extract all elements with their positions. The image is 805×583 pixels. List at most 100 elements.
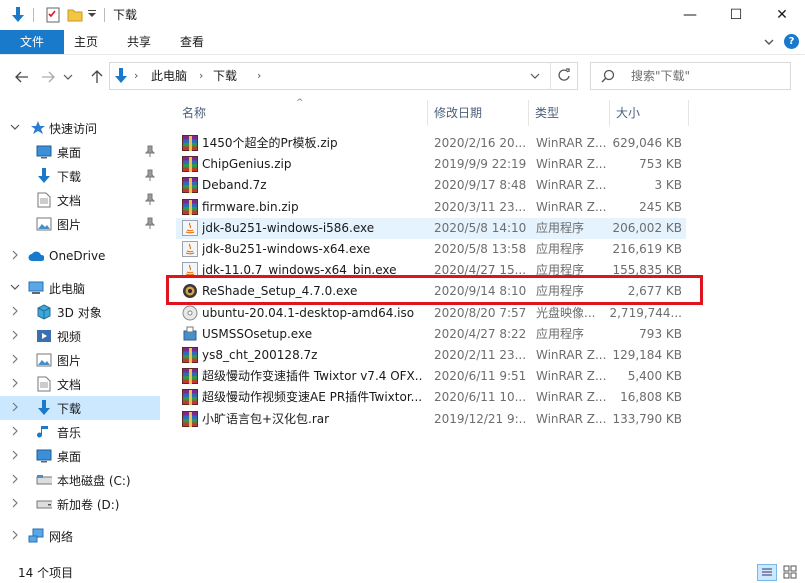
close-button[interactable]: ✕ (759, 0, 805, 30)
chevron-down-icon[interactable] (10, 122, 20, 135)
nav-item[interactable]: 3D 对象 (0, 300, 160, 324)
file-row[interactable]: Deband.7z 2020/9/17 8:48 WinRAR Z... 3 KB (176, 175, 686, 196)
file-size: 129,184 KB (612, 348, 682, 362)
chevron-right-icon[interactable] (10, 378, 20, 391)
nav-item[interactable]: 桌面 (0, 140, 160, 164)
nav-item[interactable]: 新加卷 (D:) (0, 492, 160, 516)
breadcrumb-this-pc[interactable]: 此电脑 (151, 63, 187, 89)
nav-item[interactable]: 下载 (0, 164, 160, 188)
file-name: 超级慢动作变速插件 Twixtor v7.4 OFX... (202, 369, 422, 384)
search-icon (601, 69, 615, 86)
chevron-right-icon[interactable] (10, 250, 20, 263)
large-icons-view-icon[interactable] (781, 564, 801, 581)
chevron-right-icon[interactable] (10, 474, 20, 487)
nav-item[interactable]: 本地磁盘 (C:) (0, 468, 160, 492)
file-row[interactable]: 小旷语言包+汉化包.rar 2019/12/21 9:... WinRAR Z...… (176, 409, 686, 430)
chevron-right-icon[interactable] (10, 426, 20, 439)
network-icon (28, 528, 44, 544)
chevron-right-icon[interactable] (10, 402, 20, 415)
breadcrumb-downloads[interactable]: 下载 (213, 63, 237, 89)
chevron-down-icon[interactable] (10, 282, 20, 295)
file-name: 1450个超全的Pr模板.zip (202, 136, 338, 150)
nav-item[interactable]: 此电脑 (0, 276, 160, 300)
winrar-archive-icon (182, 347, 198, 363)
file-date: 2020/9/17 8:48 (434, 178, 526, 193)
disc-image-icon (182, 305, 198, 321)
file-row[interactable]: ChipGenius.zip 2019/9/9 22:19 WinRAR Z... 7… (176, 154, 686, 175)
recent-locations-icon[interactable] (62, 68, 74, 86)
chevron-right-icon[interactable] (10, 530, 20, 543)
column-header-size[interactable]: 大小 (610, 100, 688, 126)
nav-item[interactable]: 下载 (0, 396, 160, 420)
file-row[interactable]: 1450个超全的Pr模板.zip 2020/2/16 20... WinRAR Z.… (176, 133, 686, 154)
new-folder-icon[interactable] (66, 6, 84, 24)
file-row[interactable]: USMSSOsetup.exe 2020/4/27 8:22 应用程序 793 KB (176, 324, 686, 345)
chevron-right-icon[interactable] (10, 306, 20, 319)
file-date: 2020/5/8 13:58 (434, 242, 526, 256)
pin-icon[interactable] (144, 169, 156, 184)
pin-icon[interactable] (144, 193, 156, 208)
nav-item[interactable]: 快速访问 (0, 116, 160, 140)
chevron-right-icon[interactable] (10, 354, 20, 367)
file-size: 753 KB (639, 157, 682, 172)
back-arrow-icon[interactable] (13, 68, 31, 86)
file-row[interactable]: ubuntu-20.04.1-desktop-amd64.iso 2020/8/2… (176, 303, 686, 324)
chevron-right-icon[interactable] (10, 450, 20, 463)
title-bar: 下载 — ☐ ✕ (0, 0, 805, 30)
file-date: 2019/9/9 22:19 (434, 157, 526, 172)
chevron-right-icon[interactable] (10, 330, 20, 343)
chevron-down-icon[interactable] (762, 35, 776, 49)
tab-file[interactable]: 文件 (0, 30, 64, 54)
file-type: 应用程序 (536, 220, 585, 235)
chevron-right-icon[interactable] (10, 498, 20, 511)
column-header-date[interactable]: 修改日期 (428, 100, 528, 126)
nav-item[interactable]: 图片 (0, 212, 160, 236)
file-row[interactable]: jdk-8u251-windows-x64.exe 2020/5/8 13:58 应… (176, 239, 686, 260)
maximize-button[interactable]: ☐ (713, 0, 759, 30)
nav-item[interactable]: 文档 (0, 372, 160, 396)
column-header-type[interactable]: 类型 (529, 100, 609, 126)
help-icon[interactable]: ? (784, 34, 799, 49)
file-date: 2020/6/11 10... (434, 390, 526, 405)
file-row[interactable]: 超级慢动作变速插件 Twixtor v7.4 OFX... 2020/6/11 9… (176, 366, 686, 387)
file-type: WinRAR Z... (536, 411, 606, 426)
forward-arrow-icon[interactable] (39, 68, 57, 86)
download-arrow-icon (9, 6, 27, 24)
java-installer-icon (182, 241, 198, 257)
nav-item[interactable]: 桌面 (0, 444, 160, 468)
details-view-icon[interactable] (757, 564, 777, 581)
file-name: 超级慢动作视频变速AE PR插件Twixtor... (202, 390, 422, 405)
tab-view[interactable]: 查看 (170, 30, 214, 54)
nav-item[interactable]: 网络 (0, 524, 160, 548)
up-arrow-icon[interactable] (88, 68, 106, 86)
nav-item-label: 本地磁盘 (C:) (57, 473, 131, 488)
file-row[interactable]: ys8_cht_200128.7z 2020/2/11 23... WinRAR Z… (176, 345, 686, 366)
download-arrow-icon (36, 400, 52, 416)
nav-item[interactable]: 音乐 (0, 420, 160, 444)
document-icon (36, 376, 52, 392)
search-box[interactable]: 搜索"下载" (590, 62, 791, 90)
nav-item[interactable]: 视频 (0, 324, 160, 348)
file-size: 206,002 KB (612, 220, 682, 235)
customize-quick-access-icon[interactable] (86, 6, 98, 24)
address-dropdown-icon[interactable] (530, 70, 540, 84)
file-name: jdk-8u251-windows-i586.exe (202, 220, 375, 235)
file-row[interactable]: firmware.bin.zip 2020/3/11 23... WinRAR Z.… (176, 197, 686, 218)
column-header-name[interactable]: 名称 (176, 100, 426, 126)
pin-icon[interactable] (144, 145, 156, 160)
nav-item[interactable]: 文档 (0, 188, 160, 212)
address-bar[interactable]: › 此电脑 › 下载 › (109, 62, 578, 90)
file-type: 光盘映像... (536, 305, 596, 320)
tab-home[interactable]: 主页 (64, 30, 108, 54)
refresh-icon[interactable] (557, 68, 571, 85)
tab-share[interactable]: 共享 (117, 30, 161, 54)
search-input[interactable]: 搜索"下载" (631, 63, 690, 89)
pin-icon[interactable] (144, 217, 156, 232)
desktop-icon (36, 448, 52, 464)
properties-icon[interactable] (44, 6, 62, 24)
file-row[interactable]: jdk-8u251-windows-i586.exe 2020/5/8 14:10… (176, 217, 686, 239)
nav-item[interactable]: 图片 (0, 348, 160, 372)
file-row[interactable]: 超级慢动作视频变速AE PR插件Twixtor... 2020/6/11 10..… (176, 387, 686, 408)
minimize-button[interactable]: — (667, 0, 713, 30)
nav-item[interactable]: OneDrive (0, 244, 160, 268)
